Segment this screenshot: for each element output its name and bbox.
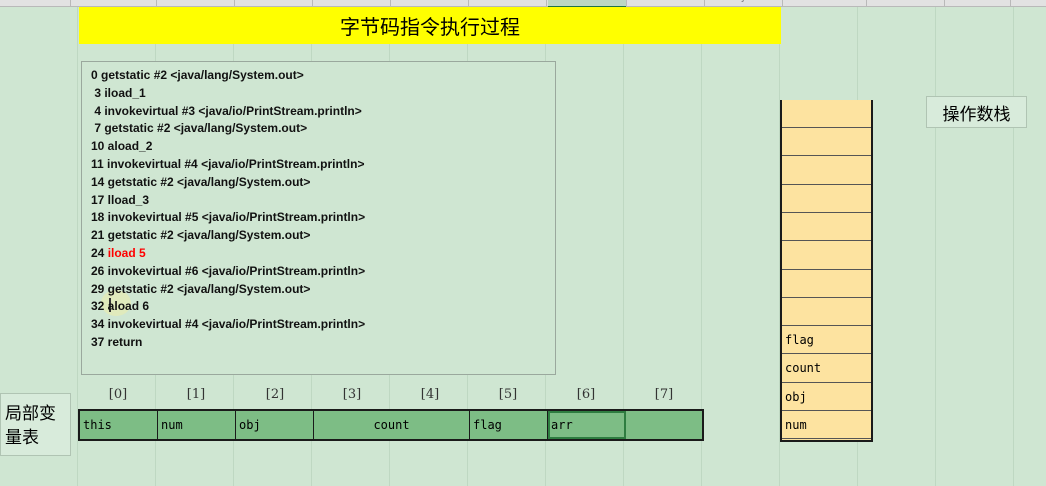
column-header-m[interactable]: M [970, 0, 978, 3]
operand-stack-cell[interactable] [782, 128, 871, 157]
column-header-e[interactable]: E [350, 0, 356, 3]
column-separator[interactable] [70, 0, 71, 6]
bytecode-line: 34 invokevirtual #4 <java/io/PrintStream… [91, 317, 366, 332]
bytecode-line: 26 invokevirtual #6 <java/io/PrintStream… [91, 263, 366, 278]
bytecode-line: 7 getstatic #2 <java/lang/System.out> [91, 121, 308, 136]
bytecode-offset: 24 [91, 246, 108, 260]
lvt-slot-0[interactable]: this [80, 411, 158, 439]
column-separator[interactable] [156, 0, 157, 6]
column-header-i[interactable]: I [664, 0, 667, 3]
lvt-index-label: [7] [654, 387, 674, 402]
column-header-j[interactable]: J [742, 0, 745, 3]
lvt-index-label: [6] [576, 387, 596, 402]
bytecode-line: 0 getstatic #2 <java/lang/System.out> [91, 68, 304, 82]
bytecode-line: 3 iload_1 [91, 85, 146, 100]
operand-stack-cell[interactable] [782, 157, 871, 185]
bytecode-line: 18 invokevirtual #5 <java/io/PrintStream… [91, 210, 366, 225]
column-separator[interactable] [704, 0, 705, 6]
column-header-bar: A B C D E F G H I J K L M N [0, 0, 1046, 8]
operand-stack-cell[interactable]: flag [782, 326, 871, 355]
column-header-h[interactable]: H [586, 0, 593, 3]
column-header-c[interactable]: C [194, 0, 200, 3]
operand-stack-cell[interactable] [782, 270, 871, 298]
operand-stack-cell[interactable]: count [782, 355, 871, 383]
bytecode-line: 29 getstatic #2 <java/lang/System.out> [91, 281, 311, 296]
lvt-slot-1[interactable]: num [158, 411, 236, 439]
column-separator[interactable] [468, 0, 469, 6]
operand-stack-label: 操作数栈 [926, 96, 1027, 128]
bytecode-line: 32 aload 6 [91, 299, 150, 314]
lvt-label-line1: 局部变 [5, 404, 56, 424]
column-separator[interactable] [626, 0, 627, 6]
lvt-label-line2: 量表 [5, 428, 39, 448]
lvt-index-label: [0] [108, 387, 128, 402]
lvt-index-label: [4] [420, 387, 440, 402]
column-separator[interactable] [1010, 0, 1011, 6]
column-separator[interactable] [312, 0, 313, 6]
column-header-a[interactable]: A [30, 0, 36, 3]
column-header-l[interactable]: L [904, 0, 909, 3]
operand-stack-cell[interactable] [782, 213, 871, 242]
operand-stack-cell[interactable] [782, 242, 871, 270]
column-separator[interactable] [390, 0, 391, 6]
lvt-index-label: [5] [498, 387, 518, 402]
lvt-index-label: [1] [186, 387, 206, 402]
column-header-b[interactable]: B [116, 0, 122, 3]
bytecode-line: 11 invokevirtual #4 <java/io/PrintStream… [91, 157, 365, 171]
bytecode-line: 24 iload 5 [91, 246, 146, 260]
column-header-n[interactable]: N [1036, 0, 1043, 3]
lvt-index-label: [2] [265, 387, 285, 402]
column-separator[interactable] [546, 0, 547, 6]
local-variable-table-label: 局部变 量表 [0, 393, 71, 456]
page-title: 字节码指令执行过程 [79, 7, 781, 44]
bytecode-line: 4 invokevirtual #3 <java/io/PrintStream.… [91, 103, 362, 118]
operand-stack-cell[interactable]: obj [782, 383, 871, 411]
column-separator[interactable] [782, 0, 783, 6]
operand-stack-cell[interactable] [782, 298, 871, 327]
lvt-slot-5[interactable]: flag [470, 411, 548, 439]
operand-stack: flag count obj num [780, 100, 873, 442]
lvt-index-label: [3] [342, 387, 362, 402]
bytecode-listing[interactable]: 0 getstatic #2 <java/lang/System.out> 3 … [81, 61, 556, 375]
lvt-slot-2[interactable]: obj [236, 411, 314, 439]
lvt-slot-7[interactable] [626, 411, 702, 439]
column-header-d[interactable]: D [272, 0, 279, 3]
column-separator[interactable] [234, 0, 235, 6]
operand-stack-cell[interactable]: num [782, 411, 871, 440]
operand-stack-cell[interactable] [782, 100, 871, 128]
operand-stack-cell[interactable] [782, 185, 871, 213]
lvt-slot-3[interactable]: count [314, 411, 470, 439]
column-separator[interactable] [866, 0, 867, 6]
current-instruction: iload 5 [107, 246, 146, 260]
column-header-f[interactable]: F [428, 0, 433, 3]
column-separator[interactable] [944, 0, 945, 6]
lvt-slot-6[interactable]: arr [548, 411, 626, 439]
bytecode-line: 37 return [91, 335, 143, 349]
column-header-k[interactable]: K [826, 0, 832, 3]
bytecode-line: 21 getstatic #2 <java/lang/System.out> [91, 228, 311, 243]
bytecode-line: 14 getstatic #2 <java/lang/System.out> [91, 174, 311, 189]
bytecode-line: 17 lload_3 [91, 192, 150, 207]
local-variable-table: this num obj count flag arr [78, 409, 704, 441]
column-header-g[interactable]: G [506, 0, 513, 3]
bytecode-line: 10 aload_2 [91, 139, 153, 154]
